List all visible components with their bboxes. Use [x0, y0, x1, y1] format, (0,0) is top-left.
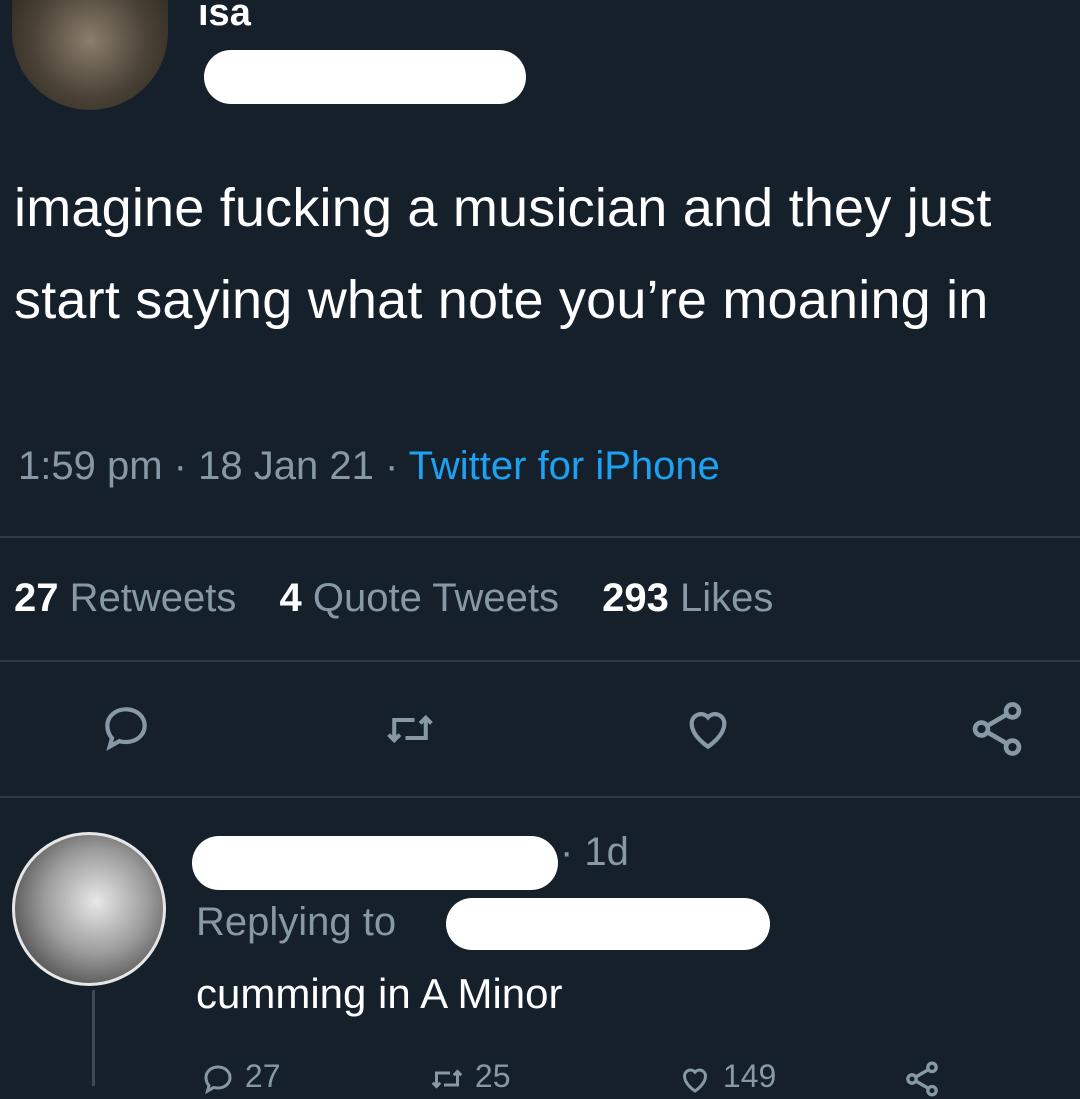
divider: [0, 660, 1080, 662]
reply-comment-count: 27: [244, 1058, 281, 1094]
heart-icon[interactable]: [678, 700, 738, 761]
meta-separator: ·: [384, 444, 399, 488]
meta-separator: ·: [173, 444, 187, 488]
tweet-stats: 27 Retweets 4 Quote Tweets 293 Likes: [14, 576, 773, 621]
replying-to-handle-redacted: [446, 898, 770, 950]
quotes-stat[interactable]: 4 Quote Tweets: [280, 576, 559, 620]
retweets-count: 27: [14, 576, 59, 620]
tweet-meta: 1:59 pm · 18 Jan 21 · Twitter for iPhone: [18, 444, 720, 489]
thread-line: [92, 990, 95, 1086]
tweet-source-link[interactable]: Twitter for iPhone: [409, 444, 720, 488]
reply-author-redacted: [192, 836, 558, 890]
quotes-count: 4: [279, 576, 302, 620]
divider: [0, 796, 1080, 798]
reply-share-action[interactable]: [902, 1058, 942, 1099]
retweet-icon[interactable]: [380, 702, 440, 761]
reply-retweet-count: 25: [474, 1058, 511, 1094]
reply-like-count: 149: [722, 1058, 777, 1094]
reply-time[interactable]: · 1d: [560, 830, 629, 875]
reply-like-action[interactable]: 149: [676, 1058, 776, 1097]
reply-author-avatar[interactable]: [12, 832, 166, 986]
retweets-stat[interactable]: 27 Retweets: [14, 576, 236, 620]
tweet-time: 1:59 pm: [18, 444, 163, 488]
tweet-date: 18 Jan 21: [198, 444, 374, 488]
reply-retweet-action[interactable]: 25: [428, 1058, 510, 1097]
reply-text: cumming in A Minor: [196, 970, 563, 1017]
share-icon: [906, 1061, 938, 1097]
author-name[interactable]: ısa: [198, 0, 251, 35]
comment-icon[interactable]: [98, 700, 154, 761]
likes-stat[interactable]: 293 Likes: [602, 576, 773, 620]
heart-icon: [682, 1068, 708, 1093]
author-avatar[interactable]: [12, 0, 168, 110]
share-icon[interactable]: [966, 698, 1028, 765]
quotes-label: Quote Tweets: [312, 576, 559, 620]
likes-label: Likes: [679, 576, 774, 620]
comment-icon: [204, 1065, 232, 1094]
likes-count: 293: [602, 576, 669, 620]
retweet-icon: [431, 1068, 463, 1089]
replying-to-label: Replying to: [196, 900, 397, 944]
tweet-text: imagine fucking a musician and they just…: [14, 178, 992, 330]
author-handle-redacted: [204, 50, 526, 104]
reply-comment-action[interactable]: 27: [200, 1058, 280, 1097]
replying-to: Replying to: [196, 900, 396, 945]
divider: [0, 536, 1080, 538]
retweets-label: Retweets: [69, 576, 237, 620]
